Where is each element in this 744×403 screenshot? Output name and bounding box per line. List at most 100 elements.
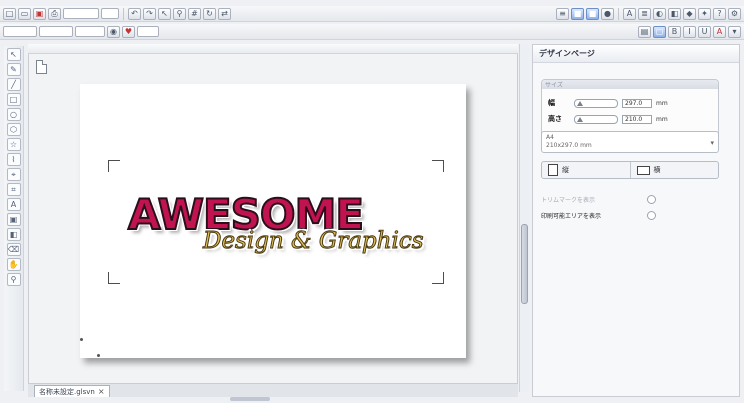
trim-marks-label: トリムマークを表示 [541, 196, 596, 204]
new-icon[interactable]: □ [3, 7, 16, 20]
record-icon[interactable]: ● [601, 7, 614, 20]
height-row: 高さ 210.0 mm [548, 114, 668, 124]
document-tab[interactable]: 名称未設定.glsvn × [34, 385, 110, 397]
width-unit: mm [656, 99, 668, 107]
height-input[interactable]: 210.0 [622, 114, 652, 124]
font-family-box[interactable] [3, 26, 37, 37]
crop-mark-bottom-left [108, 272, 120, 284]
layers-icon[interactable]: ≡ [556, 7, 569, 20]
width-input[interactable]: 297.0 [622, 98, 652, 108]
color-icon[interactable]: ◐ [653, 7, 666, 20]
star-tool-icon[interactable]: ☆ [6, 138, 21, 151]
portrait-page-icon [548, 164, 558, 176]
opacity-box[interactable] [137, 26, 159, 37]
height-slider[interactable] [574, 114, 618, 124]
heart-icon[interactable]: ♥ [122, 25, 135, 38]
close-icon[interactable]: × [98, 387, 105, 396]
flip-icon[interactable]: ⇄ [218, 7, 231, 20]
bold-icon[interactable]: B [668, 25, 681, 38]
rect-tool-icon[interactable]: □ [6, 93, 21, 106]
settings-icon[interactable]: ⚙ [728, 7, 741, 20]
height-unit: mm [656, 115, 668, 123]
image-icon[interactable]: ▤ [638, 25, 651, 38]
effect-icon[interactable]: ✦ [698, 7, 711, 20]
print-area-label: 印刷可能エリアを表示 [541, 212, 602, 220]
trim-marks-radio[interactable] [647, 194, 656, 204]
image-tool-icon[interactable]: ▣ [6, 213, 21, 226]
font-style-box[interactable] [39, 26, 73, 37]
crop-mark-bottom-right [432, 272, 444, 284]
format-toolbar: ◉ ♥ ▤ ▢ B I U A ▾ [0, 24, 744, 40]
hand-tool-icon[interactable]: ✋ [6, 258, 21, 271]
tool-palette: ↖ ✎ ╱ □ ○ ⬡ ☆ ⌇ ⌖ ⌗ A ▣ ◧ ⌫ ✋ ⚲ [4, 46, 24, 391]
font-color-icon[interactable]: A [713, 25, 726, 38]
toolbar-separator [618, 7, 619, 20]
app-window: □ ▭ ▣ ⎙ ↶ ↷ ↖ ⚲ # ↻ ⇄ ≡ ■ ■ ● A ≣ ◐ ◧ ◆ … [0, 0, 744, 403]
eraser-tool-icon[interactable]: ⌫ [6, 243, 21, 256]
line-tool-icon[interactable]: ╱ [6, 78, 21, 91]
height-label: 高さ [548, 115, 562, 123]
polygon-tool-icon[interactable]: ⬡ [6, 123, 21, 136]
print-area-row: 印刷可能エリアを表示 [541, 209, 656, 221]
more-icon[interactable]: ▾ [728, 25, 741, 38]
redo-icon[interactable]: ↷ [143, 7, 156, 20]
grid-icon[interactable]: # [188, 7, 201, 20]
shape-icon[interactable]: ◆ [683, 7, 696, 20]
landscape-page-icon [636, 165, 650, 175]
pen-tool-icon[interactable]: ✎ [6, 63, 21, 76]
open-icon[interactable]: ▭ [18, 7, 31, 20]
anchor-dot [97, 354, 100, 357]
logo-artwork[interactable]: AWESOME Design & Graphics [127, 189, 428, 270]
zoom-tool-icon[interactable]: ⚲ [6, 273, 21, 286]
ellipse-tool-icon[interactable]: ○ [6, 108, 21, 121]
brush-tool-icon[interactable]: ⌇ [6, 153, 21, 166]
select-icon[interactable]: ↖ [158, 7, 171, 20]
width-slider[interactable] [574, 98, 618, 108]
chevron-down-icon: ▾ [710, 139, 714, 147]
fill-tool-icon[interactable]: ◧ [6, 228, 21, 241]
vertical-scrollbar[interactable] [519, 44, 529, 392]
text-icon[interactable]: A [623, 7, 636, 20]
design-page[interactable]: AWESOME Design & Graphics [80, 84, 466, 358]
orientation-toggle: 縦 横 [541, 161, 719, 179]
print-area-radio[interactable] [647, 210, 656, 220]
document-tabbar: 名称未設定.glsvn × [28, 383, 518, 397]
landscape-label: 横 [653, 166, 661, 174]
width-row: 幅 297.0 mm [548, 98, 668, 108]
palette-icon[interactable]: ◉ [107, 25, 120, 38]
view2-icon[interactable]: ■ [586, 7, 599, 20]
horizontal-scroll-thumb[interactable] [230, 397, 270, 401]
line-width-box[interactable] [75, 26, 105, 37]
view-icon[interactable]: ■ [571, 7, 584, 20]
page-size-dropdown[interactable]: A4 210x297.0 mm ▾ [541, 131, 719, 153]
zoom-icon[interactable]: ⚲ [173, 7, 186, 20]
undo-icon[interactable]: ↶ [128, 7, 141, 20]
landscape-button[interactable]: 横 [629, 162, 719, 178]
save-icon[interactable]: ▣ [33, 7, 46, 20]
crop-mark-top-left [108, 160, 120, 172]
portrait-button[interactable]: 縦 [542, 162, 630, 178]
align-icon[interactable]: ≣ [638, 7, 651, 20]
picker-tool-icon[interactable]: ⌖ [6, 168, 21, 181]
trim-marks-row: トリムマークを表示 [541, 193, 656, 205]
preset-name: A4 [546, 134, 554, 141]
font-size-box[interactable] [63, 8, 99, 19]
main-toolbar: □ ▭ ▣ ⎙ ↶ ↷ ↖ ⚲ # ↻ ⇄ ≡ ■ ■ ● A ≣ ◐ ◧ ◆ … [0, 6, 744, 22]
print-icon[interactable]: ⎙ [48, 7, 61, 20]
scroll-thumb[interactable] [521, 224, 528, 304]
zoom-box[interactable] [101, 8, 119, 19]
help-icon[interactable]: ? [713, 7, 726, 20]
rotate-icon[interactable]: ↻ [203, 7, 216, 20]
portrait-label: 縦 [562, 166, 569, 174]
text-tool-icon[interactable]: A [6, 198, 21, 211]
crop-tool-icon[interactable]: ⌗ [6, 183, 21, 196]
crop-mark-top-right [432, 160, 444, 172]
italic-icon[interactable]: I [683, 25, 696, 38]
underline-icon[interactable]: U [698, 25, 711, 38]
fill-icon[interactable]: ◧ [668, 7, 681, 20]
width-label: 幅 [548, 99, 555, 107]
pointer-tool-icon[interactable]: ↖ [6, 48, 21, 61]
logo-sub-text: Design & Graphics [203, 228, 424, 255]
preset-size: 210x297.0 mm [546, 142, 592, 149]
frame-icon[interactable]: ▢ [653, 25, 666, 38]
